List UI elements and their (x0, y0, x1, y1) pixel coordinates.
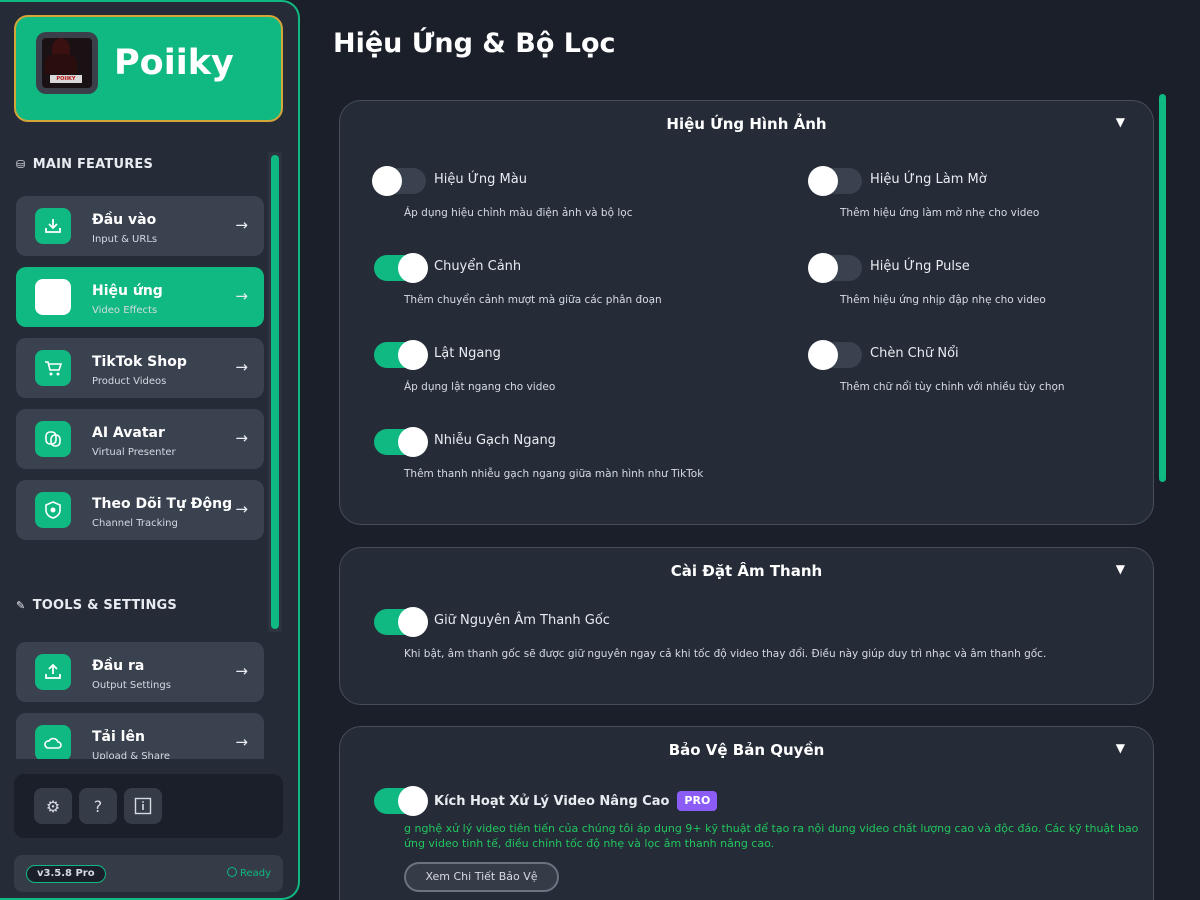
help-icon: ? (93, 796, 103, 816)
arrow-right-icon: → (235, 358, 248, 376)
nav-label: AI Avatar (92, 425, 165, 441)
option-label: Chuyển Cảnh (434, 259, 522, 274)
option-label: Nhiễu Gạch Ngang (434, 433, 556, 448)
status-bar: v3.5.8 Pro Ready (14, 855, 283, 892)
toggle-transition[interactable] (374, 253, 428, 283)
toggle-horizontal-noise[interactable] (374, 427, 428, 457)
option-label: Lật Ngang (434, 346, 501, 361)
nav-item-upload[interactable]: Tải lên Upload & Share → (16, 713, 264, 759)
card-title[interactable]: Bảo Vệ Bản Quyền (340, 741, 1153, 759)
info-icon (134, 797, 152, 815)
cloud-icon (35, 725, 71, 759)
toggle-pulse-effect[interactable] (808, 253, 862, 283)
nav-label: Đầu vào (92, 212, 157, 228)
chevron-down-icon[interactable]: ▼ (1116, 115, 1125, 129)
option-description: Áp dụng lật ngang cho video (404, 381, 556, 393)
nav-label: Tải lên (92, 729, 145, 745)
nav-sublabel: Virtual Presenter (92, 447, 176, 458)
sidebar-scrollbar-thumb[interactable] (271, 155, 279, 629)
toggle-color-effect[interactable] (372, 166, 426, 196)
settings-icon: ⚙ (45, 796, 61, 816)
toggle-keep-original-audio[interactable] (374, 607, 428, 637)
option-label: Hiệu Ứng Màu (434, 172, 527, 187)
toggle-blur-effect[interactable] (808, 166, 862, 196)
option-description: Thêm chữ nổi tùy chỉnh với nhiều tùy chọ… (840, 381, 1065, 393)
output-tray-icon (35, 654, 71, 690)
bottom-toolbar: ⚙ ? (14, 774, 283, 838)
option-label: Hiệu Ứng Pulse (870, 259, 970, 274)
nav-sublabel: Video Effects (92, 305, 158, 316)
info-button[interactable] (124, 788, 162, 824)
nav-item-output[interactable]: Đầu ra Output Settings → (16, 642, 264, 702)
toggle-advanced-processing[interactable] (374, 786, 428, 816)
card-title[interactable]: Cài Đặt Âm Thanh (340, 562, 1153, 580)
app-name: Poiiky (114, 43, 234, 83)
option-description: Thêm hiệu ứng nhịp đập nhẹ cho video (840, 294, 1046, 306)
nav-label: Hiệu ứng (92, 283, 163, 299)
brand-header: POIIKY Poiiky (14, 15, 283, 122)
input-tray-icon (35, 208, 71, 244)
arrow-right-icon: → (235, 287, 248, 305)
nav-label: Theo Dõi Tự Động (92, 496, 233, 512)
visual-effects-card: Hiệu Ứng Hình Ảnh ▼ Hiệu Ứng Màu Áp dụng… (339, 100, 1154, 525)
chevron-down-icon[interactable]: ▼ (1116, 562, 1125, 576)
help-button[interactable]: ? (79, 788, 117, 824)
nav-sublabel: Input & URLs (92, 234, 158, 245)
arrow-right-icon: → (235, 662, 248, 680)
nav-label: TikTok Shop (92, 354, 187, 370)
advanced-description-line-1: g nghệ xử lý video tiên tiến của chúng t… (404, 822, 1139, 835)
option-description: Thêm thanh nhiễu gạch ngang giữa màn hìn… (404, 468, 704, 480)
advanced-description-line-2: ứng video tinh tế, điều chỉnh tốc độ nhẹ… (404, 837, 775, 850)
main-scrollbar-thumb[interactable] (1159, 94, 1166, 482)
option-description: Áp dụng hiệu chỉnh màu điện ảnh và bộ lọ… (404, 207, 633, 219)
section-tools-settings: ✎ TOOLS & SETTINGS (16, 598, 177, 613)
shopping-cart-icon (35, 350, 71, 386)
section-main-features: ⛁ MAIN FEATURES (16, 157, 154, 172)
effects-icon (35, 279, 71, 315)
option-description: Thêm chuyển cảnh mượt mà giữa các phân đ… (404, 294, 662, 306)
wrench-icon: ✎ (16, 599, 26, 612)
nav-label: Đầu ra (92, 658, 145, 674)
pro-badge: PRO (677, 791, 718, 811)
card-title[interactable]: Hiệu Ứng Hình Ảnh (340, 115, 1153, 133)
check-circle-icon (226, 867, 237, 877)
toggle-text-overlay[interactable] (808, 340, 862, 370)
arrow-right-icon: → (235, 429, 248, 447)
nav-item-tiktok-shop[interactable]: TikTok Shop Product Videos → (16, 338, 264, 398)
app-logo: POIIKY (36, 32, 98, 94)
chevron-down-icon[interactable]: ▼ (1116, 741, 1125, 755)
option-label: Hiệu Ứng Làm Mờ (870, 172, 987, 187)
arrow-right-icon: → (235, 733, 248, 751)
option-description: Khi bật, âm thanh gốc sẽ được giữ nguyên… (404, 648, 1047, 660)
nav-item-effects[interactable]: Hiệu ứng Video Effects → (16, 267, 264, 327)
database-icon: ⛁ (16, 158, 26, 171)
shield-tracking-icon (35, 492, 71, 528)
settings-button[interactable]: ⚙ (34, 788, 72, 824)
arrow-right-icon: → (235, 500, 248, 518)
copyright-protection-card: Bảo Vệ Bản Quyền ▼ Kích Hoạt Xử Lý Video… (339, 726, 1154, 900)
arrow-right-icon: → (235, 216, 248, 234)
view-protection-details-button[interactable]: Xem Chi Tiết Bảo Vệ (404, 862, 559, 892)
option-label: Kích Hoạt Xử Lý Video Nâng Cao PRO (434, 791, 718, 811)
toggle-horizontal-flip[interactable] (374, 340, 428, 370)
version-badge: v3.5.8 Pro (26, 865, 106, 883)
nav-item-auto-tracking[interactable]: Theo Dõi Tự Động Channel Tracking → (16, 480, 264, 540)
option-description: Thêm hiệu ứng làm mờ nhẹ cho video (840, 207, 1040, 219)
audio-settings-card: Cài Đặt Âm Thanh ▼ Giữ Nguyên Âm Thanh G… (339, 547, 1154, 705)
nav-sublabel: Output Settings (92, 680, 171, 691)
sidebar: POIIKY Poiiky ⛁ MAIN FEATURES Đầu vào In… (0, 0, 300, 900)
nav-sublabel: Channel Tracking (92, 518, 178, 529)
nav-item-input[interactable]: Đầu vào Input & URLs → (16, 196, 264, 256)
page-title: Hiệu Ứng & Bộ Lọc (333, 28, 616, 59)
nav-sublabel: Product Videos (92, 376, 167, 387)
option-label: Giữ Nguyên Âm Thanh Gốc (434, 613, 610, 628)
status-ready: Ready (226, 867, 271, 879)
nav-scroll-area[interactable]: ⛁ MAIN FEATURES Đầu vào Input & URLs → H… (0, 142, 300, 759)
nav-sublabel: Upload & Share (92, 751, 171, 759)
option-label: Chèn Chữ Nổi (870, 346, 959, 361)
nav-item-ai-avatar[interactable]: AI Avatar Virtual Presenter → (16, 409, 264, 469)
masks-icon (35, 421, 71, 457)
